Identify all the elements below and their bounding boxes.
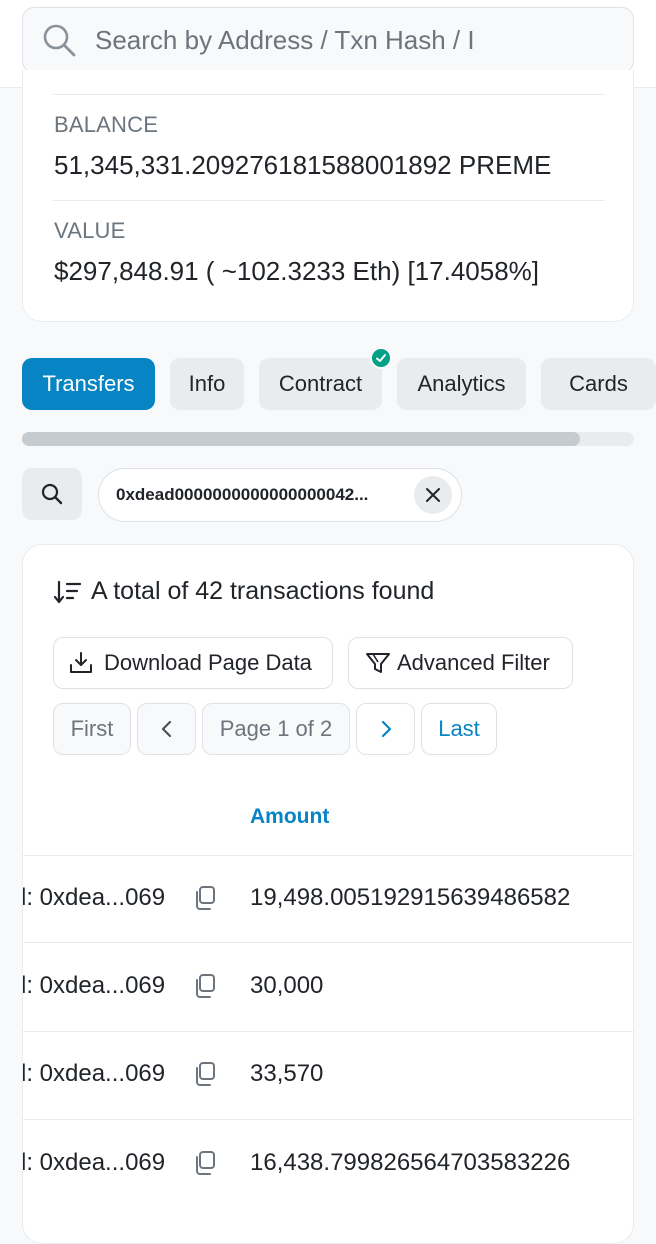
row-divider (23, 855, 633, 856)
row-divider (23, 1031, 633, 1032)
tab-contract[interactable]: Contract (259, 358, 382, 410)
amount-value: 19,498.005192915639486582 (250, 884, 571, 911)
transactions-summary-text: A total of 42 transactions found (91, 577, 435, 605)
next-page-button[interactable] (356, 703, 415, 755)
last-page-button[interactable]: Last (421, 703, 497, 755)
from-address-link[interactable]: l: 0xdea...069 (23, 884, 165, 912)
chevron-right-icon (381, 720, 391, 738)
divider (53, 200, 605, 201)
tab-label: Transfers (42, 371, 135, 396)
tab-label: Analytics (417, 371, 506, 396)
download-label: Download Page Data (104, 650, 312, 675)
tab-cards[interactable]: Cards (541, 358, 656, 410)
tab-label: Cards (569, 371, 628, 396)
divider (53, 94, 605, 95)
download-icon (70, 652, 92, 673)
page-indicator-text: Page 1 of 2 (219, 716, 333, 741)
filter-icon (366, 653, 390, 673)
balance-label: BALANCE (54, 112, 159, 137)
from-address-link[interactable]: l: 0xdea...069 (23, 1149, 165, 1177)
transactions-card: A total of 42 transactions found Downloa… (22, 544, 634, 1244)
tab-analytics[interactable]: Analytics (397, 358, 526, 410)
balance-value: 51,345,331.209276181588001892 PREME (54, 150, 552, 180)
address-filter-chip: 0xdead0000000000000000042... (98, 468, 462, 522)
amount-value: 16,438.799826564703583226 (250, 1149, 571, 1176)
first-page-button[interactable]: First (53, 703, 131, 755)
tab-info[interactable]: Info (170, 358, 244, 410)
copy-icon[interactable] (193, 885, 217, 911)
search-input[interactable] (93, 23, 493, 57)
value-label: VALUE (54, 218, 126, 243)
copy-icon[interactable] (193, 1061, 217, 1087)
chevron-left-icon (161, 720, 171, 738)
copy-icon[interactable] (193, 973, 217, 999)
row-divider (23, 942, 633, 943)
tab-label: Contract (278, 371, 363, 396)
row-divider (23, 1119, 633, 1120)
amount-column-header[interactable]: Amount (250, 805, 329, 829)
previous-page-button[interactable] (137, 703, 196, 755)
overview-card: BALANCE 51,345,331.209276181588001892 PR… (22, 70, 634, 322)
tab-scrollbar-thumb[interactable] (22, 432, 580, 446)
search-icon (43, 24, 76, 57)
tab-label: Info (188, 371, 226, 396)
verified-check-icon (370, 347, 392, 369)
tab-transfers[interactable]: Transfers (22, 358, 155, 410)
page-indicator: Page 1 of 2 (202, 703, 350, 755)
from-address-link[interactable]: l: 0xdea...069 (23, 972, 165, 1000)
first-page-label: First (70, 716, 114, 741)
transactions-summary: A total of 42 transactions found (53, 577, 434, 606)
tab-bar: Transfers Info Contract Analytics Cards (22, 358, 656, 410)
amount-value: 30,000 (250, 972, 324, 999)
advanced-filter-button[interactable]: Advanced Filter (348, 637, 573, 689)
last-page-label: Last (438, 716, 480, 741)
search-icon (41, 483, 63, 505)
clear-filter-button[interactable] (414, 476, 452, 514)
value-value: $297,848.91 ( ~102.3233 Eth) [17.4058%] (54, 256, 539, 286)
amount-value: 33,570 (250, 1060, 324, 1087)
copy-icon[interactable] (193, 1150, 217, 1176)
advanced-filter-label: Advanced Filter (397, 650, 550, 675)
from-address-link[interactable]: l: 0xdea...069 (23, 1060, 165, 1088)
filter-chip-text: 0xdead0000000000000000042... (116, 485, 369, 504)
download-page-data-button[interactable]: Download Page Data (53, 637, 333, 689)
filter-search-button[interactable] (22, 468, 82, 520)
close-icon (426, 488, 440, 502)
sort-icon (53, 580, 82, 603)
search-box[interactable] (22, 7, 634, 73)
